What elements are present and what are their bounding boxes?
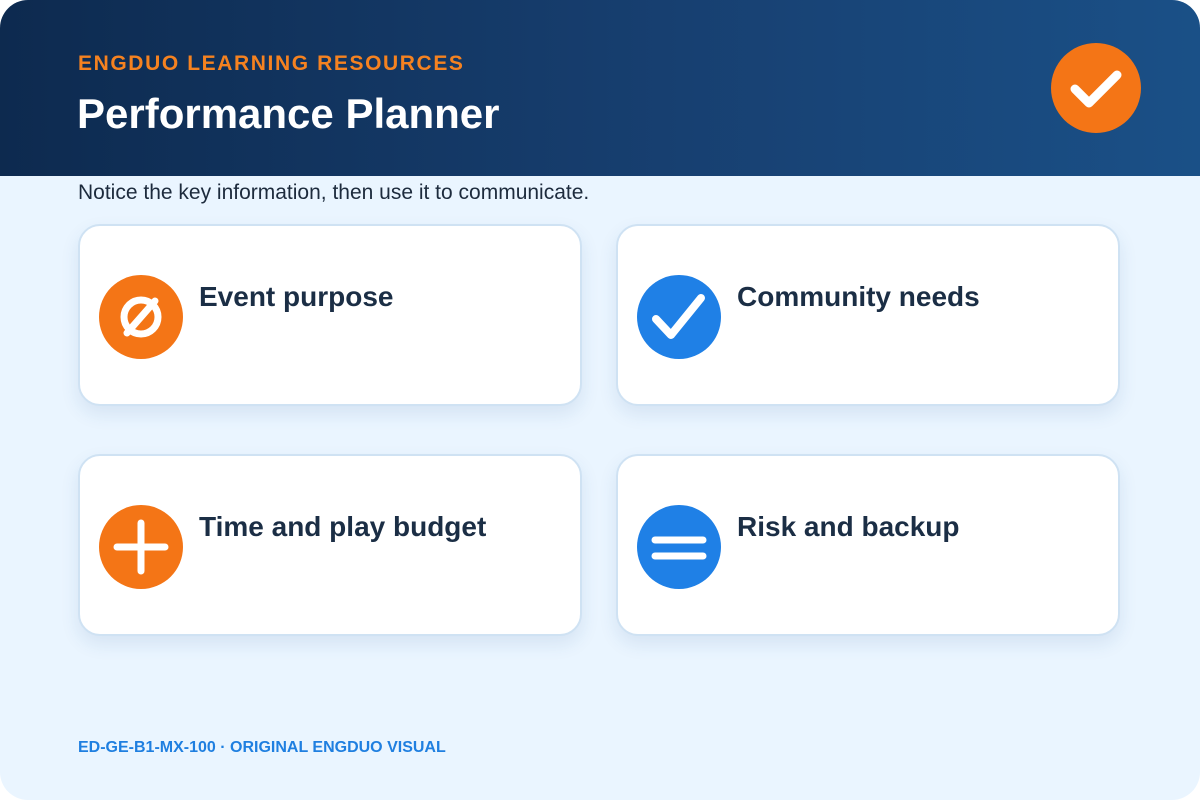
card-label: Community needs	[737, 281, 980, 312]
card-time-and-play-budget: Time and play budget	[78, 454, 582, 636]
no-entry-icon	[99, 275, 183, 359]
card-label: Event purpose	[199, 281, 394, 312]
page-title: Performance Planner	[77, 90, 500, 137]
check-icon	[1051, 43, 1141, 133]
card-label: Time and play budget	[199, 511, 487, 542]
card-community-needs: Community needs	[616, 224, 1120, 406]
planner-panel: ENGDUO LEARNING RESOURCES Performance Pl…	[0, 0, 1200, 800]
equals-icon	[637, 505, 721, 589]
card-risk-and-backup: Risk and backup	[616, 454, 1120, 636]
plus-icon	[99, 505, 183, 589]
card-label: Risk and backup	[737, 511, 960, 542]
footer-code: ED-GE-B1-MX-100 · ORIGINAL ENGDUO VISUAL	[78, 739, 446, 756]
brand-label: ENGDUO LEARNING RESOURCES	[78, 52, 465, 75]
card-event-purpose: Event purpose	[78, 224, 582, 406]
check-icon	[637, 275, 721, 359]
header-banner: ENGDUO LEARNING RESOURCES Performance Pl…	[0, 0, 1200, 176]
instruction-text: Notice the key information, then use it …	[78, 181, 590, 204]
